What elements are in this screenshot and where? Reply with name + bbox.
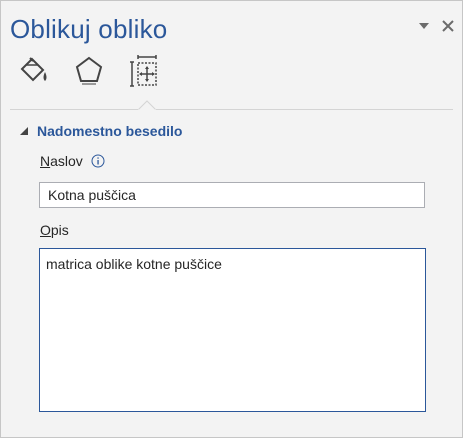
info-icon xyxy=(91,154,105,168)
effects-icon xyxy=(75,56,103,85)
info-button[interactable] xyxy=(91,154,105,171)
chevron-down-icon xyxy=(419,23,429,29)
title-label: Naslov xyxy=(40,153,105,171)
description-label: Opis xyxy=(40,222,69,238)
section-alt-text-header[interactable]: Nadomestno besedilo xyxy=(20,123,182,139)
title-label-accesskey: N xyxy=(40,153,51,169)
tabs-divider xyxy=(10,109,453,110)
collapse-triangle-icon xyxy=(20,127,28,135)
format-shape-pane: Oblikuj obliko Nadomestno besedilo Naslo… xyxy=(0,0,463,438)
title-input[interactable]: Kotna puščica xyxy=(39,182,425,208)
tab-fill-line[interactable] xyxy=(15,53,51,89)
tab-size-properties[interactable] xyxy=(127,53,163,89)
format-tabs xyxy=(15,53,163,89)
tab-effects[interactable] xyxy=(71,53,107,89)
description-label-text: pis xyxy=(50,222,69,238)
fill-line-icon xyxy=(20,57,47,82)
selected-tab-indicator xyxy=(138,100,156,110)
pane-options-button[interactable] xyxy=(416,18,432,34)
section-title: Nadomestno besedilo xyxy=(37,123,183,139)
pane-title: Oblikuj obliko xyxy=(10,14,168,44)
pane-close-button[interactable] xyxy=(440,18,456,34)
size-properties-icon xyxy=(130,55,157,87)
close-icon xyxy=(442,20,454,32)
description-textarea[interactable]: matrica oblike kotne puščice xyxy=(39,248,426,412)
pane-controls xyxy=(416,18,456,34)
title-label-text: aslov xyxy=(50,153,83,169)
description-label-accesskey: O xyxy=(40,222,51,238)
